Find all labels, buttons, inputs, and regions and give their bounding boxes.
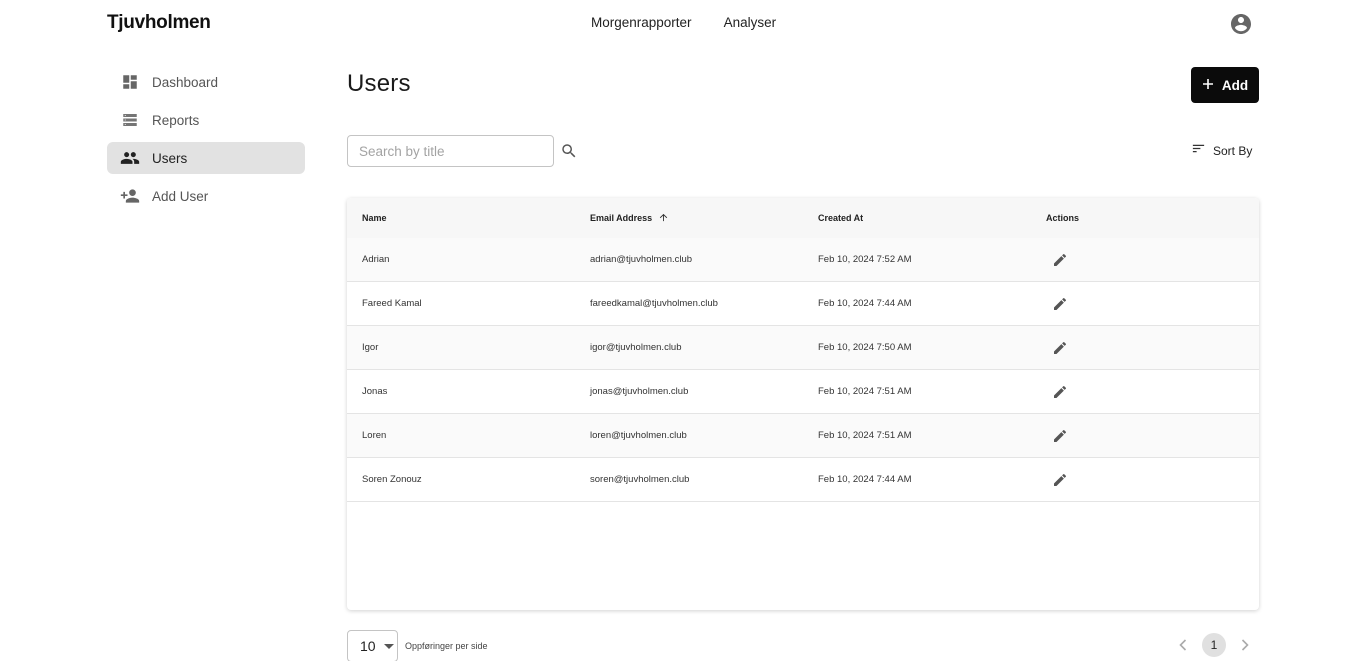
dropdown-arrow-icon — [383, 637, 394, 655]
dashboard-icon — [120, 72, 140, 92]
people-icon — [120, 148, 140, 168]
edit-icon[interactable] — [1050, 294, 1070, 314]
users-table: Name Email Address Created At Actions Ad… — [347, 198, 1259, 610]
nav-link-analyser[interactable]: Analyser — [724, 15, 777, 30]
sidebar-item-label: Reports — [152, 112, 200, 128]
cell-created-at: Feb 10, 2024 7:50 AM — [818, 342, 912, 353]
cell-name: Loren — [362, 430, 387, 441]
edit-icon[interactable] — [1050, 250, 1070, 270]
table-body: Adrian adrian@tjuvholmen.club Feb 10, 2024… — [347, 238, 1259, 502]
cell-email: fareedkamal@tjuvholmen.club — [590, 298, 718, 309]
add-button[interactable]: Add — [1191, 67, 1259, 103]
nav-link-morgenrapporter[interactable]: Morgenrapporter — [591, 15, 692, 30]
sort-ascending-icon — [658, 212, 669, 225]
sidebar-item-users[interactable]: Users — [107, 142, 305, 174]
cell-name: Jonas — [362, 386, 388, 397]
cell-email: igor@tjuvholmen.club — [590, 342, 682, 353]
next-page-icon[interactable] — [1234, 633, 1256, 657]
cell-actions — [1031, 470, 1259, 490]
cell-created-at: Feb 10, 2024 7:44 AM — [818, 474, 912, 485]
rows-per-page-value: 10 — [360, 638, 376, 654]
rows-per-page-label: Oppføringer per side — [405, 641, 488, 651]
cell-email: soren@tjuvholmen.club — [590, 474, 690, 485]
cell-name: Adrian — [362, 254, 390, 265]
cell-name: Soren Zonouz — [362, 474, 422, 485]
plus-icon — [1202, 78, 1214, 93]
cell-created-at: Feb 10, 2024 7:51 AM — [818, 386, 912, 397]
table-row: Fareed Kamal fareedkamal@tjuvholmen.club F… — [347, 282, 1259, 326]
top-header: Tjuvholmen Morgenrapporter Analyser — [0, 0, 1366, 48]
edit-icon[interactable] — [1050, 382, 1070, 402]
column-header-actions: Actions — [1046, 213, 1080, 223]
cell-email: loren@tjuvholmen.club — [590, 430, 687, 441]
list-icon — [120, 110, 140, 130]
cell-email: jonas@tjuvholmen.club — [590, 386, 689, 397]
cell-actions — [1031, 294, 1259, 314]
cell-actions — [1031, 382, 1259, 402]
previous-page-icon[interactable] — [1172, 633, 1194, 657]
pagination: 1 — [1172, 633, 1256, 657]
sort-icon — [1191, 141, 1206, 161]
cell-actions — [1031, 250, 1259, 270]
table-row: Soren Zonouz soren@tjuvholmen.club Feb 10,… — [347, 458, 1259, 502]
account-circle-icon[interactable] — [1229, 12, 1253, 36]
table-row: Jonas jonas@tjuvholmen.club Feb 10, 2024 7… — [347, 370, 1259, 414]
cell-actions — [1031, 338, 1259, 358]
table-row: Loren loren@tjuvholmen.club Feb 10, 2024 7… — [347, 414, 1259, 458]
cell-name: Fareed Kamal — [362, 298, 422, 309]
sidebar: Dashboard Reports Users Add User — [107, 66, 305, 218]
cell-email: adrian@tjuvholmen.club — [590, 254, 693, 265]
search-icon[interactable] — [559, 141, 579, 161]
sort-by-label: Sort By — [1213, 144, 1253, 158]
sort-by-button[interactable]: Sort By — [1191, 141, 1252, 161]
edit-icon[interactable] — [1050, 426, 1070, 446]
cell-created-at: Feb 10, 2024 7:51 AM — [818, 430, 912, 441]
edit-icon[interactable] — [1050, 338, 1070, 358]
table-header: Name Email Address Created At Actions — [347, 198, 1259, 238]
rows-per-page-select[interactable]: 10 — [347, 630, 398, 661]
page-number-current[interactable]: 1 — [1202, 633, 1226, 657]
sidebar-item-reports[interactable]: Reports — [107, 104, 305, 136]
brand-logo[interactable]: Tjuvholmen — [107, 12, 211, 34]
sidebar-item-label: Add User — [152, 188, 209, 204]
table-row: Igor igor@tjuvholmen.club Feb 10, 2024 7:5… — [347, 326, 1259, 370]
search-input[interactable] — [347, 135, 554, 167]
column-header-name[interactable]: Name — [347, 213, 575, 223]
cell-created-at: Feb 10, 2024 7:44 AM — [818, 298, 912, 309]
table-row: Adrian adrian@tjuvholmen.club Feb 10, 2024… — [347, 238, 1259, 282]
edit-icon[interactable] — [1050, 470, 1070, 490]
add-button-label: Add — [1221, 77, 1249, 93]
person-add-icon — [120, 186, 140, 206]
page-title: Users — [347, 70, 411, 97]
cell-actions — [1031, 426, 1259, 446]
cell-created-at: Feb 10, 2024 7:52 AM — [818, 254, 912, 265]
top-navigation: Morgenrapporter Analyser — [591, 15, 776, 30]
column-header-email[interactable]: Email Address — [575, 212, 803, 225]
column-header-created[interactable]: Created At — [803, 213, 1031, 223]
sidebar-item-dashboard[interactable]: Dashboard — [107, 66, 305, 98]
sidebar-item-add-user[interactable]: Add User — [107, 180, 305, 212]
cell-name: Igor — [362, 342, 379, 353]
sidebar-item-label: Users — [152, 150, 188, 166]
sidebar-item-label: Dashboard — [152, 74, 219, 90]
